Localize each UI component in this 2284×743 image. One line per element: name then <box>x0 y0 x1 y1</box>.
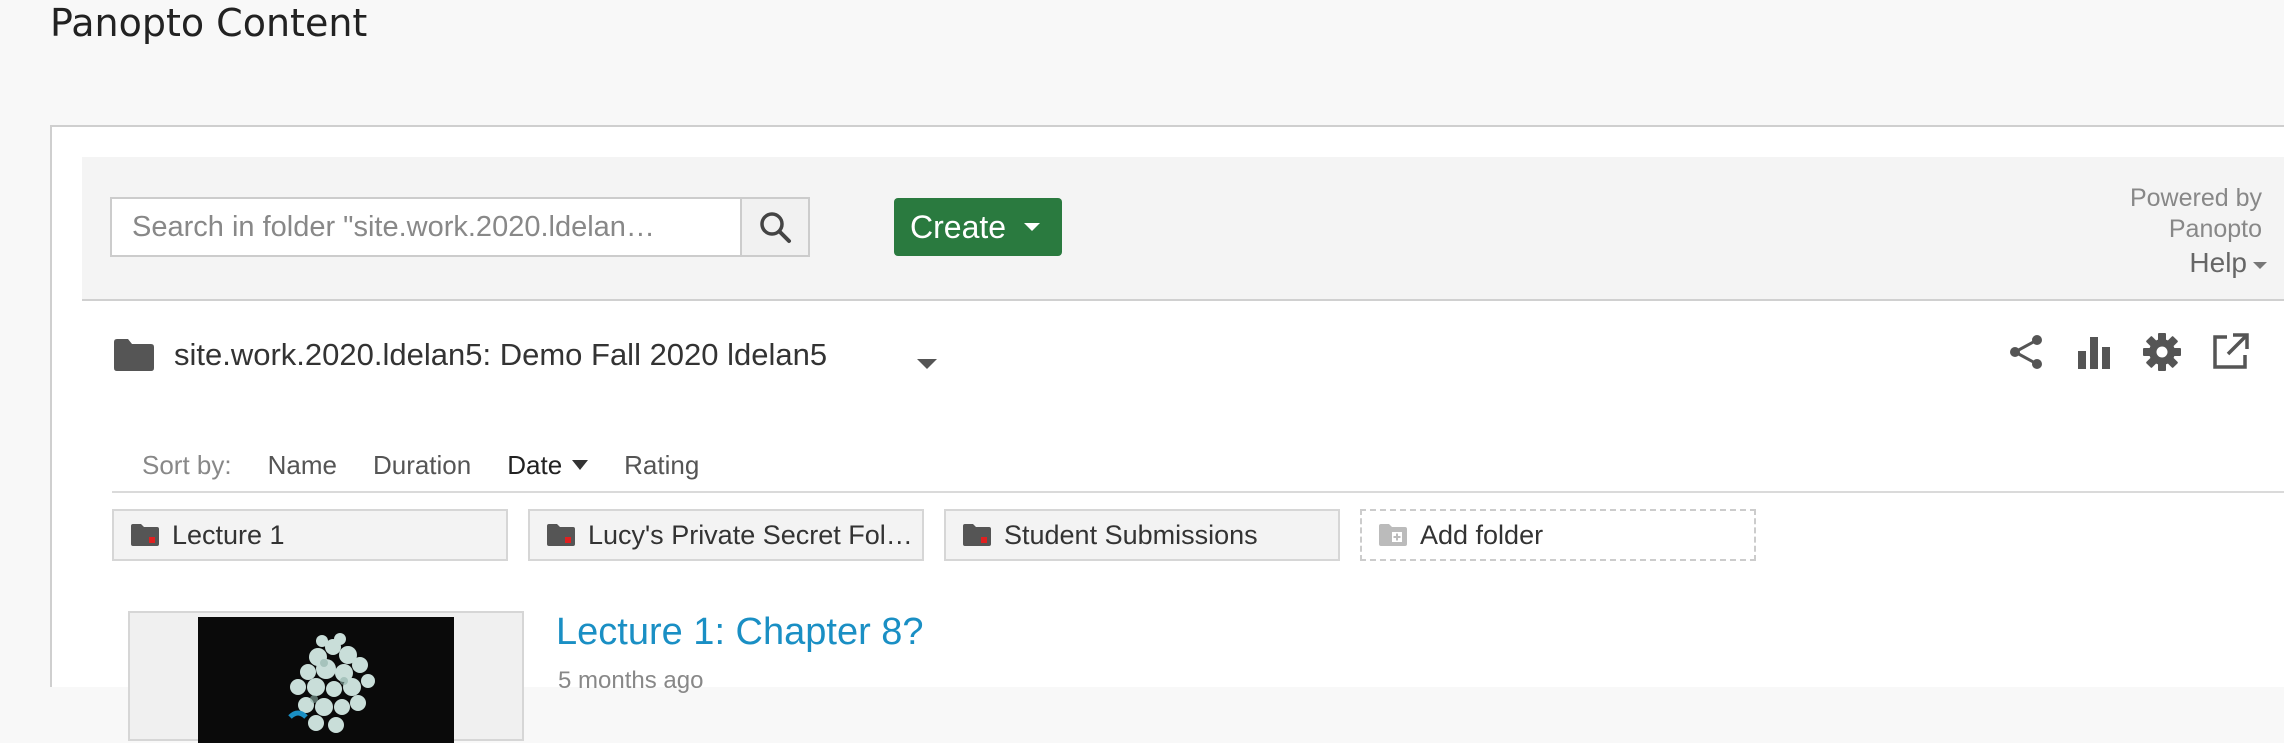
folder-name: site.work.2020.ldelan5: Demo Fall 2020 l… <box>174 337 828 372</box>
caret-down-icon <box>917 359 937 369</box>
powered-line-1: Powered by <box>2129 184 2262 212</box>
subfolder-tile[interactable]: Student Submissions <box>944 509 1340 561</box>
search-icon <box>760 212 791 243</box>
powered-by: Powered by Panopto <box>2130 183 2262 245</box>
folder-header: site.work.2020.ldelan5: Demo Fall 2020 l… <box>112 337 827 373</box>
add-folder-label: Add folder <box>1420 519 1544 550</box>
sort-rating[interactable]: Rating <box>624 450 699 481</box>
settings-icon <box>2143 333 2181 371</box>
stats-icon <box>2078 337 2110 369</box>
session-title-link[interactable]: Lecture 1: Chapter 8? <box>556 611 924 654</box>
folder-dropdown-button[interactable] <box>905 349 949 379</box>
sort-duration[interactable]: Duration <box>373 450 471 481</box>
sort-desc-icon <box>572 460 589 470</box>
toolbar: Create Powered by Panopto Help <box>82 157 2284 301</box>
subfolder-name: Lecture 1 <box>172 519 285 550</box>
sort-name[interactable]: Name <box>268 450 337 481</box>
sort-name-label: Name <box>267 449 337 480</box>
sort-date[interactable]: Date <box>507 449 589 481</box>
sort-label: Sort by: <box>142 449 232 480</box>
help-menu[interactable]: Help <box>2189 247 2267 279</box>
molecule-image <box>198 617 454 743</box>
private-folder-icon <box>131 524 159 546</box>
add-folder-icon <box>1379 524 1407 546</box>
sort-duration-label: Duration <box>372 449 472 480</box>
sort-rating-label: Rating <box>624 449 700 480</box>
add-folder-button[interactable]: Add folder <box>1360 509 1756 561</box>
subfolder-name: Student Submissions <box>1004 519 1258 550</box>
panopto-embed-frame: Create Powered by Panopto Help site.work… <box>50 125 2284 743</box>
external-link-icon <box>2213 333 2249 369</box>
search-button[interactable] <box>740 197 810 257</box>
open-external-button[interactable] <box>2196 327 2264 377</box>
caret-down-icon <box>1024 223 1041 231</box>
session-date: 5 months ago <box>558 667 704 694</box>
share-button[interactable] <box>1992 327 2060 377</box>
create-label: Create <box>910 208 1007 245</box>
private-folder-icon <box>963 524 991 546</box>
subfolder-name: Lucy's Private Secret Fol… <box>588 519 913 550</box>
caret-down-icon <box>2253 261 2267 269</box>
private-folder-icon <box>547 524 575 546</box>
stats-button[interactable] <box>2060 327 2128 377</box>
search-input[interactable] <box>112 199 740 255</box>
settings-button[interactable] <box>2128 327 2196 377</box>
subfolder-tile[interactable]: Lucy's Private Secret Fol… <box>528 509 924 561</box>
folder-icon <box>114 339 154 371</box>
search-box <box>110 197 742 257</box>
session-thumbnail[interactable] <box>128 611 524 743</box>
page-title: Panopto Content <box>50 1 368 45</box>
share-icon <box>2010 335 2042 369</box>
subfolder-list: Lecture 1 Lucy's Private Secret Fol… Stu… <box>112 509 1756 561</box>
create-button[interactable]: Create <box>894 198 1062 256</box>
help-label: Help <box>2189 247 2247 278</box>
folder-actions <box>1992 327 2264 377</box>
subfolder-tile[interactable]: Lecture 1 <box>112 509 508 561</box>
sort-bar: Sort by: Name Duration Date Rating <box>112 439 2284 493</box>
powered-line-2: Panopto <box>2168 215 2262 243</box>
sort-date-label: Date <box>507 449 563 480</box>
thumbnail-image <box>198 617 454 743</box>
